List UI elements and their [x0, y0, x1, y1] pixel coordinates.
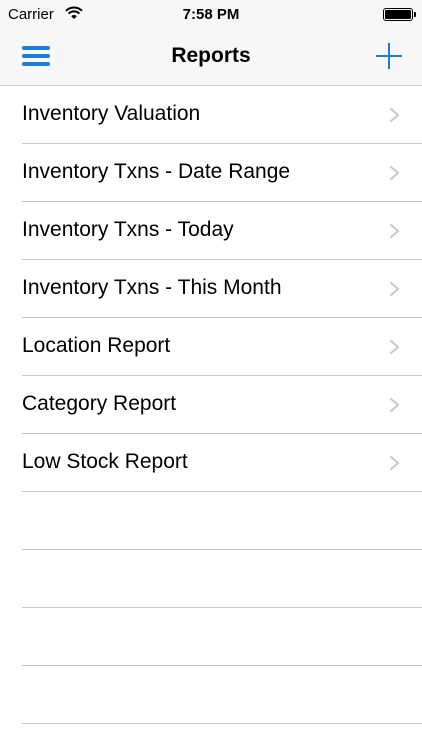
- report-label: Location Report: [22, 334, 171, 357]
- report-row-inventory-txns-this-month[interactable]: Inventory Txns - This Month: [0, 260, 422, 318]
- report-row-location-report[interactable]: Location Report: [0, 318, 422, 376]
- navigation-bar: Reports: [0, 30, 422, 86]
- report-row-inventory-valuation[interactable]: Inventory Valuation: [0, 86, 422, 144]
- report-row-category-report[interactable]: Category Report: [0, 376, 422, 434]
- plus-icon[interactable]: [376, 43, 402, 69]
- report-row-low-stock-report[interactable]: Low Stock Report: [0, 434, 422, 492]
- page-title: Reports: [171, 44, 251, 67]
- chevron-right-icon: [389, 165, 400, 181]
- status-time: 7:58 PM: [182, 6, 240, 23]
- chevron-right-icon: [389, 339, 400, 355]
- empty-table-rows: [0, 492, 422, 724]
- chevron-right-icon: [389, 223, 400, 239]
- empty-row: [0, 492, 422, 550]
- chevron-right-icon: [389, 281, 400, 297]
- empty-row: [0, 550, 422, 608]
- chevron-right-icon: [389, 107, 400, 123]
- report-row-inventory-txns-today[interactable]: Inventory Txns - Today: [0, 202, 422, 260]
- chevron-right-icon: [389, 397, 400, 413]
- report-label: Inventory Txns - Date Range: [22, 160, 291, 183]
- report-list: Inventory Valuation Inventory Txns - Dat…: [0, 86, 422, 492]
- report-label: Inventory Valuation: [22, 102, 201, 125]
- status-bar: Carrier 7:58 PM: [0, 0, 422, 30]
- report-label: Category Report: [22, 392, 177, 415]
- report-row-inventory-txns-date-range[interactable]: Inventory Txns - Date Range: [0, 144, 422, 202]
- report-label: Low Stock Report: [22, 450, 188, 473]
- empty-row: [0, 666, 422, 724]
- chevron-right-icon: [389, 455, 400, 471]
- battery-tip: [414, 12, 416, 17]
- empty-row: [0, 608, 422, 666]
- battery-icon: [383, 8, 413, 21]
- report-label: Inventory Txns - Today: [22, 218, 234, 241]
- report-label: Inventory Txns - This Month: [22, 276, 282, 299]
